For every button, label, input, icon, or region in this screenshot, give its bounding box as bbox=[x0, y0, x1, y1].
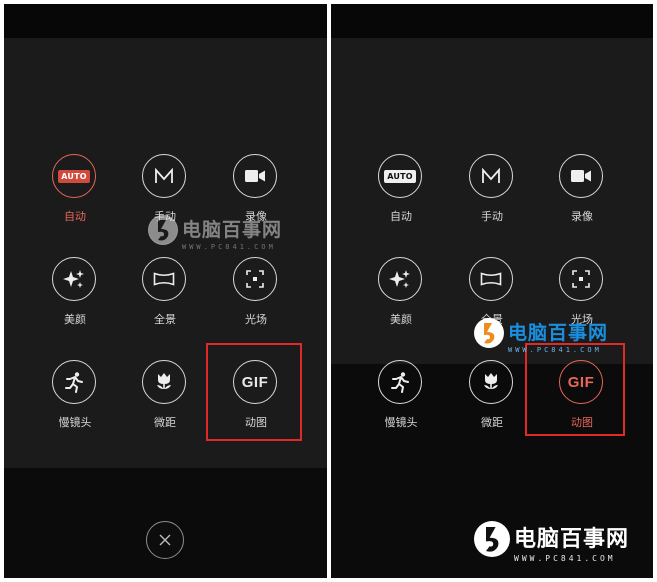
mode-video[interactable]: 录像 bbox=[542, 154, 622, 234]
status-bar bbox=[331, 4, 653, 38]
focus-frame-icon bbox=[559, 257, 603, 301]
watermark-name: 电脑百事网 bbox=[182, 219, 283, 241]
m-letter-icon bbox=[142, 154, 186, 198]
sparkle-icon bbox=[378, 257, 422, 301]
watermark-url: WWW.PC841.COM bbox=[182, 243, 276, 251]
right-camera-screen: AUTO 自动 手动 录像 美颜 全景 光场 bbox=[331, 4, 653, 578]
highlight-box bbox=[525, 343, 625, 436]
mode-macro[interactable]: 微距 bbox=[452, 360, 532, 440]
mode-label: 手动 bbox=[481, 210, 503, 223]
mode-label: 全景 bbox=[154, 313, 176, 326]
panorama-icon bbox=[469, 257, 513, 301]
mode-auto[interactable]: AUTO 自动 bbox=[35, 154, 115, 234]
auto-badge-icon: AUTO bbox=[378, 154, 422, 198]
auto-badge-text: AUTO bbox=[58, 169, 90, 183]
running-man-icon bbox=[52, 360, 96, 404]
mode-label: 自动 bbox=[64, 210, 86, 223]
mode-label: 微距 bbox=[154, 416, 176, 429]
mode-label: 慢镜头 bbox=[384, 416, 418, 429]
watermark-url: WWW.PC841.COM bbox=[508, 346, 602, 354]
video-camera-icon bbox=[233, 154, 277, 198]
flower-icon bbox=[469, 360, 513, 404]
watermark: 电脑百事网 WWW.PC841.COM bbox=[148, 215, 282, 251]
watermark-logo-icon bbox=[474, 521, 510, 557]
watermark: 电脑百事网 WWW.PC841.COM bbox=[474, 318, 608, 354]
mode-label: 美颜 bbox=[64, 313, 86, 326]
mode-label: 美颜 bbox=[390, 313, 412, 326]
video-camera-icon bbox=[559, 154, 603, 198]
mode-label: 慢镜头 bbox=[58, 416, 92, 429]
left-camera-screen: AUTO 自动 手动 录像 美颜 全景 光场 bbox=[4, 4, 327, 578]
mode-auto[interactable]: AUTO 自动 bbox=[361, 154, 441, 234]
sparkle-icon bbox=[52, 257, 96, 301]
mode-slow-motion[interactable]: 慢镜头 bbox=[361, 360, 441, 440]
mode-macro[interactable]: 微距 bbox=[125, 360, 205, 440]
watermark-url: WWW.PC841.COM bbox=[514, 554, 616, 563]
mode-slow-motion[interactable]: 慢镜头 bbox=[35, 360, 115, 440]
status-bar bbox=[4, 4, 327, 38]
highlight-box bbox=[206, 343, 302, 441]
mode-label: 录像 bbox=[571, 210, 593, 223]
mode-label: 光场 bbox=[245, 313, 267, 326]
watermark-name: 电脑百事网 bbox=[514, 527, 630, 552]
watermark-logo-icon bbox=[148, 215, 178, 245]
watermark-logo-icon bbox=[474, 318, 504, 348]
auto-badge-text: AUTO bbox=[384, 169, 416, 183]
m-letter-icon bbox=[469, 154, 513, 198]
mode-beauty[interactable]: 美颜 bbox=[35, 257, 115, 337]
close-button[interactable] bbox=[146, 521, 184, 559]
watermark-name: 电脑百事网 bbox=[508, 322, 609, 344]
auto-badge-icon: AUTO bbox=[52, 154, 96, 198]
mode-label: 自动 bbox=[390, 210, 412, 223]
mode-light-field[interactable]: 光场 bbox=[216, 257, 296, 337]
flower-icon bbox=[142, 360, 186, 404]
mode-manual[interactable]: 手动 bbox=[452, 154, 532, 234]
mode-panorama[interactable]: 全景 bbox=[125, 257, 205, 337]
mode-label: 微距 bbox=[481, 416, 503, 429]
panorama-icon bbox=[142, 257, 186, 301]
watermark: 电脑百事网 WWW.PC841.COM bbox=[474, 521, 629, 563]
close-icon bbox=[159, 534, 171, 546]
mode-beauty[interactable]: 美颜 bbox=[361, 257, 441, 337]
focus-frame-icon bbox=[233, 257, 277, 301]
running-man-icon bbox=[378, 360, 422, 404]
